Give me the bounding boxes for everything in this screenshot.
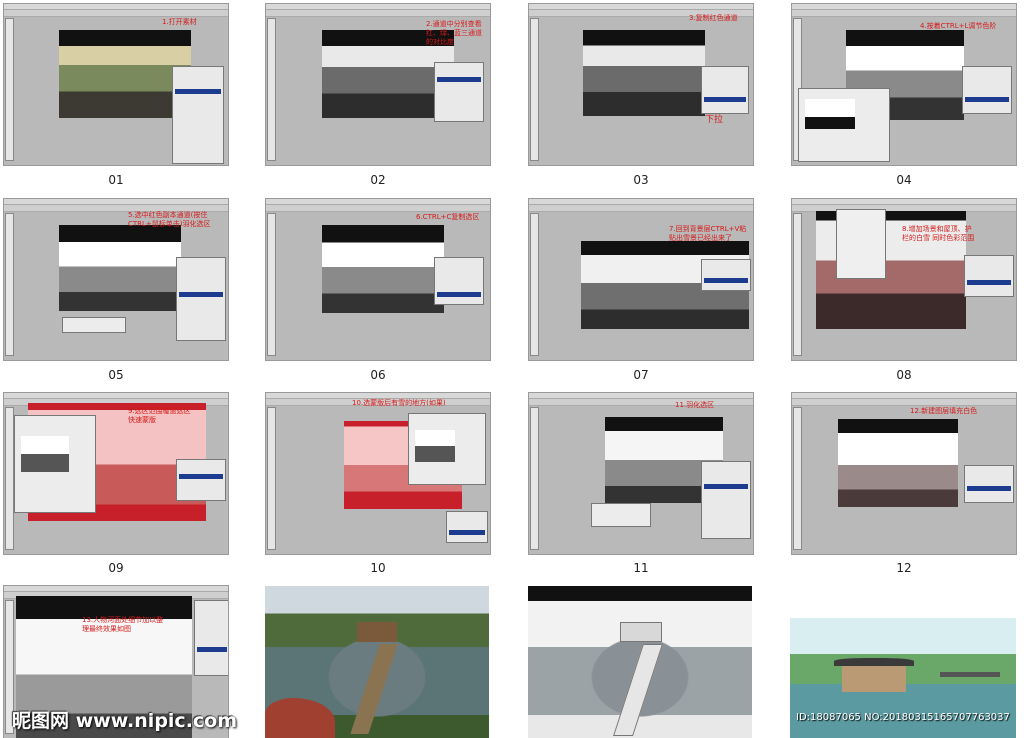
step-03-screenshot[interactable]: 3.复制红色通道 下拉	[528, 3, 754, 166]
step-09-note: 9.选区范围覆盖选区 快速蒙版	[128, 407, 191, 424]
color-range-dialog	[408, 413, 486, 485]
step-08-caption: 08	[896, 368, 912, 382]
color-range-dialog	[14, 415, 96, 513]
step-06-screenshot[interactable]: 6.CTRL+C复制选区	[265, 198, 491, 361]
tool-palette	[530, 213, 539, 356]
options-bar	[792, 10, 1016, 17]
step-01-note: 1.打开素材	[162, 18, 197, 26]
step-12-screenshot[interactable]: 12.新建图层填充白色	[791, 392, 1017, 555]
final-result-snow-photo	[528, 586, 752, 738]
options-bar	[529, 205, 753, 212]
tool-palette	[793, 213, 802, 356]
step-02-note: 2.通道中分别查看红、绿、蓝三通道的对比度	[426, 20, 482, 46]
step-09-caption: 09	[108, 561, 124, 575]
nipic-watermark-logo: 昵图网 www.nipic.com	[12, 710, 238, 732]
tool-palette	[267, 407, 276, 550]
step-08-note: 8.增加场景和屋顶、护栏的白雪 同时色彩范围	[902, 225, 975, 242]
layers-panel	[964, 465, 1014, 503]
feather-dialog	[62, 317, 126, 333]
step-11-caption: 11	[633, 561, 649, 575]
step-03-caption: 03	[633, 173, 649, 187]
step-11-screenshot[interactable]: 11.羽化选区	[528, 392, 754, 555]
step-10-caption: 10	[370, 561, 386, 575]
final-result-color-photo	[265, 586, 489, 738]
tool-palette	[5, 213, 14, 356]
document-canvas	[583, 30, 705, 116]
channels-panel	[962, 66, 1012, 114]
tool-palette	[530, 18, 539, 161]
nipic-watermark-id: ID:18087065 NO:20180315165707763037	[796, 712, 1010, 723]
step-13-note: 13.人物河面处细节加以整理最终效果如图	[82, 616, 164, 633]
tool-palette	[530, 407, 539, 550]
options-bar	[4, 10, 228, 17]
channels-panel	[434, 257, 484, 305]
step-07-screenshot[interactable]: 7.回到背景层CTRL+V粘贴出雪景已经出来了	[528, 198, 754, 361]
channels-panel	[176, 257, 226, 341]
step-08-screenshot[interactable]: 8.增加场景和屋顶、护栏的白雪 同时色彩范围	[791, 198, 1017, 361]
step-01-screenshot[interactable]: 1.打开素材	[3, 3, 229, 166]
step-12-caption: 12	[896, 561, 912, 575]
step-02-screenshot[interactable]: 2.通道中分别查看红、绿、蓝三通道的对比度	[265, 3, 491, 166]
layers-panel	[701, 461, 751, 539]
step-09-screenshot[interactable]: 9.选区范围覆盖选区 快速蒙版	[3, 392, 229, 555]
options-bar	[266, 205, 490, 212]
step-03-note: 3.复制红色通道	[689, 14, 738, 22]
drag-down-note: 下拉	[705, 115, 724, 125]
step-04-screenshot[interactable]: 4.按着CTRL+L调节色阶	[791, 3, 1017, 166]
step-10-note: 10.选蒙版后有雪的地方(如果)	[352, 399, 446, 407]
layers-panel	[701, 259, 751, 291]
select-menu	[836, 209, 886, 279]
step-01-caption: 01	[108, 173, 124, 187]
layers-panel	[172, 66, 224, 164]
step-05-screenshot[interactable]: 5.选中红色副本通道(按住CTRL+鼠标单击)羽化选区	[3, 198, 229, 361]
document-canvas	[838, 419, 958, 507]
levels-dialog	[798, 88, 890, 162]
step-11-note: 11.羽化选区	[675, 401, 715, 409]
layers-panel	[446, 511, 488, 543]
document-canvas	[59, 225, 181, 311]
options-bar	[792, 399, 1016, 406]
options-bar	[266, 10, 490, 17]
tool-palette	[267, 18, 276, 161]
tool-palette	[267, 213, 276, 356]
feather-dialog	[591, 503, 651, 527]
step-06-note: 6.CTRL+C复制选区	[416, 213, 480, 221]
document-canvas	[322, 225, 444, 313]
tool-palette	[5, 18, 14, 161]
layers-panel	[194, 600, 228, 676]
step-05-note: 5.选中红色副本通道(按住CTRL+鼠标单击)羽化选区	[128, 211, 211, 228]
step-07-note: 7.回到背景层CTRL+V粘贴出雪景已经出来了	[669, 225, 747, 242]
step-12-note: 12.新建图层填充白色	[910, 407, 978, 415]
step-02-caption: 02	[370, 173, 386, 187]
layers-panel	[964, 255, 1014, 297]
step-10-screenshot[interactable]: 10.选蒙版后有雪的地方(如果)	[265, 392, 491, 555]
step-05-caption: 05	[108, 368, 124, 382]
step-04-caption: 04	[896, 173, 912, 187]
layers-panel	[176, 459, 226, 501]
step-07-caption: 07	[633, 368, 649, 382]
channels-panel	[701, 66, 749, 114]
options-bar	[529, 399, 753, 406]
tool-palette	[793, 407, 802, 550]
tool-palette	[5, 407, 14, 550]
step-06-caption: 06	[370, 368, 386, 382]
step-04-note: 4.按着CTRL+L调节色阶	[920, 22, 997, 30]
channels-panel	[434, 62, 484, 122]
